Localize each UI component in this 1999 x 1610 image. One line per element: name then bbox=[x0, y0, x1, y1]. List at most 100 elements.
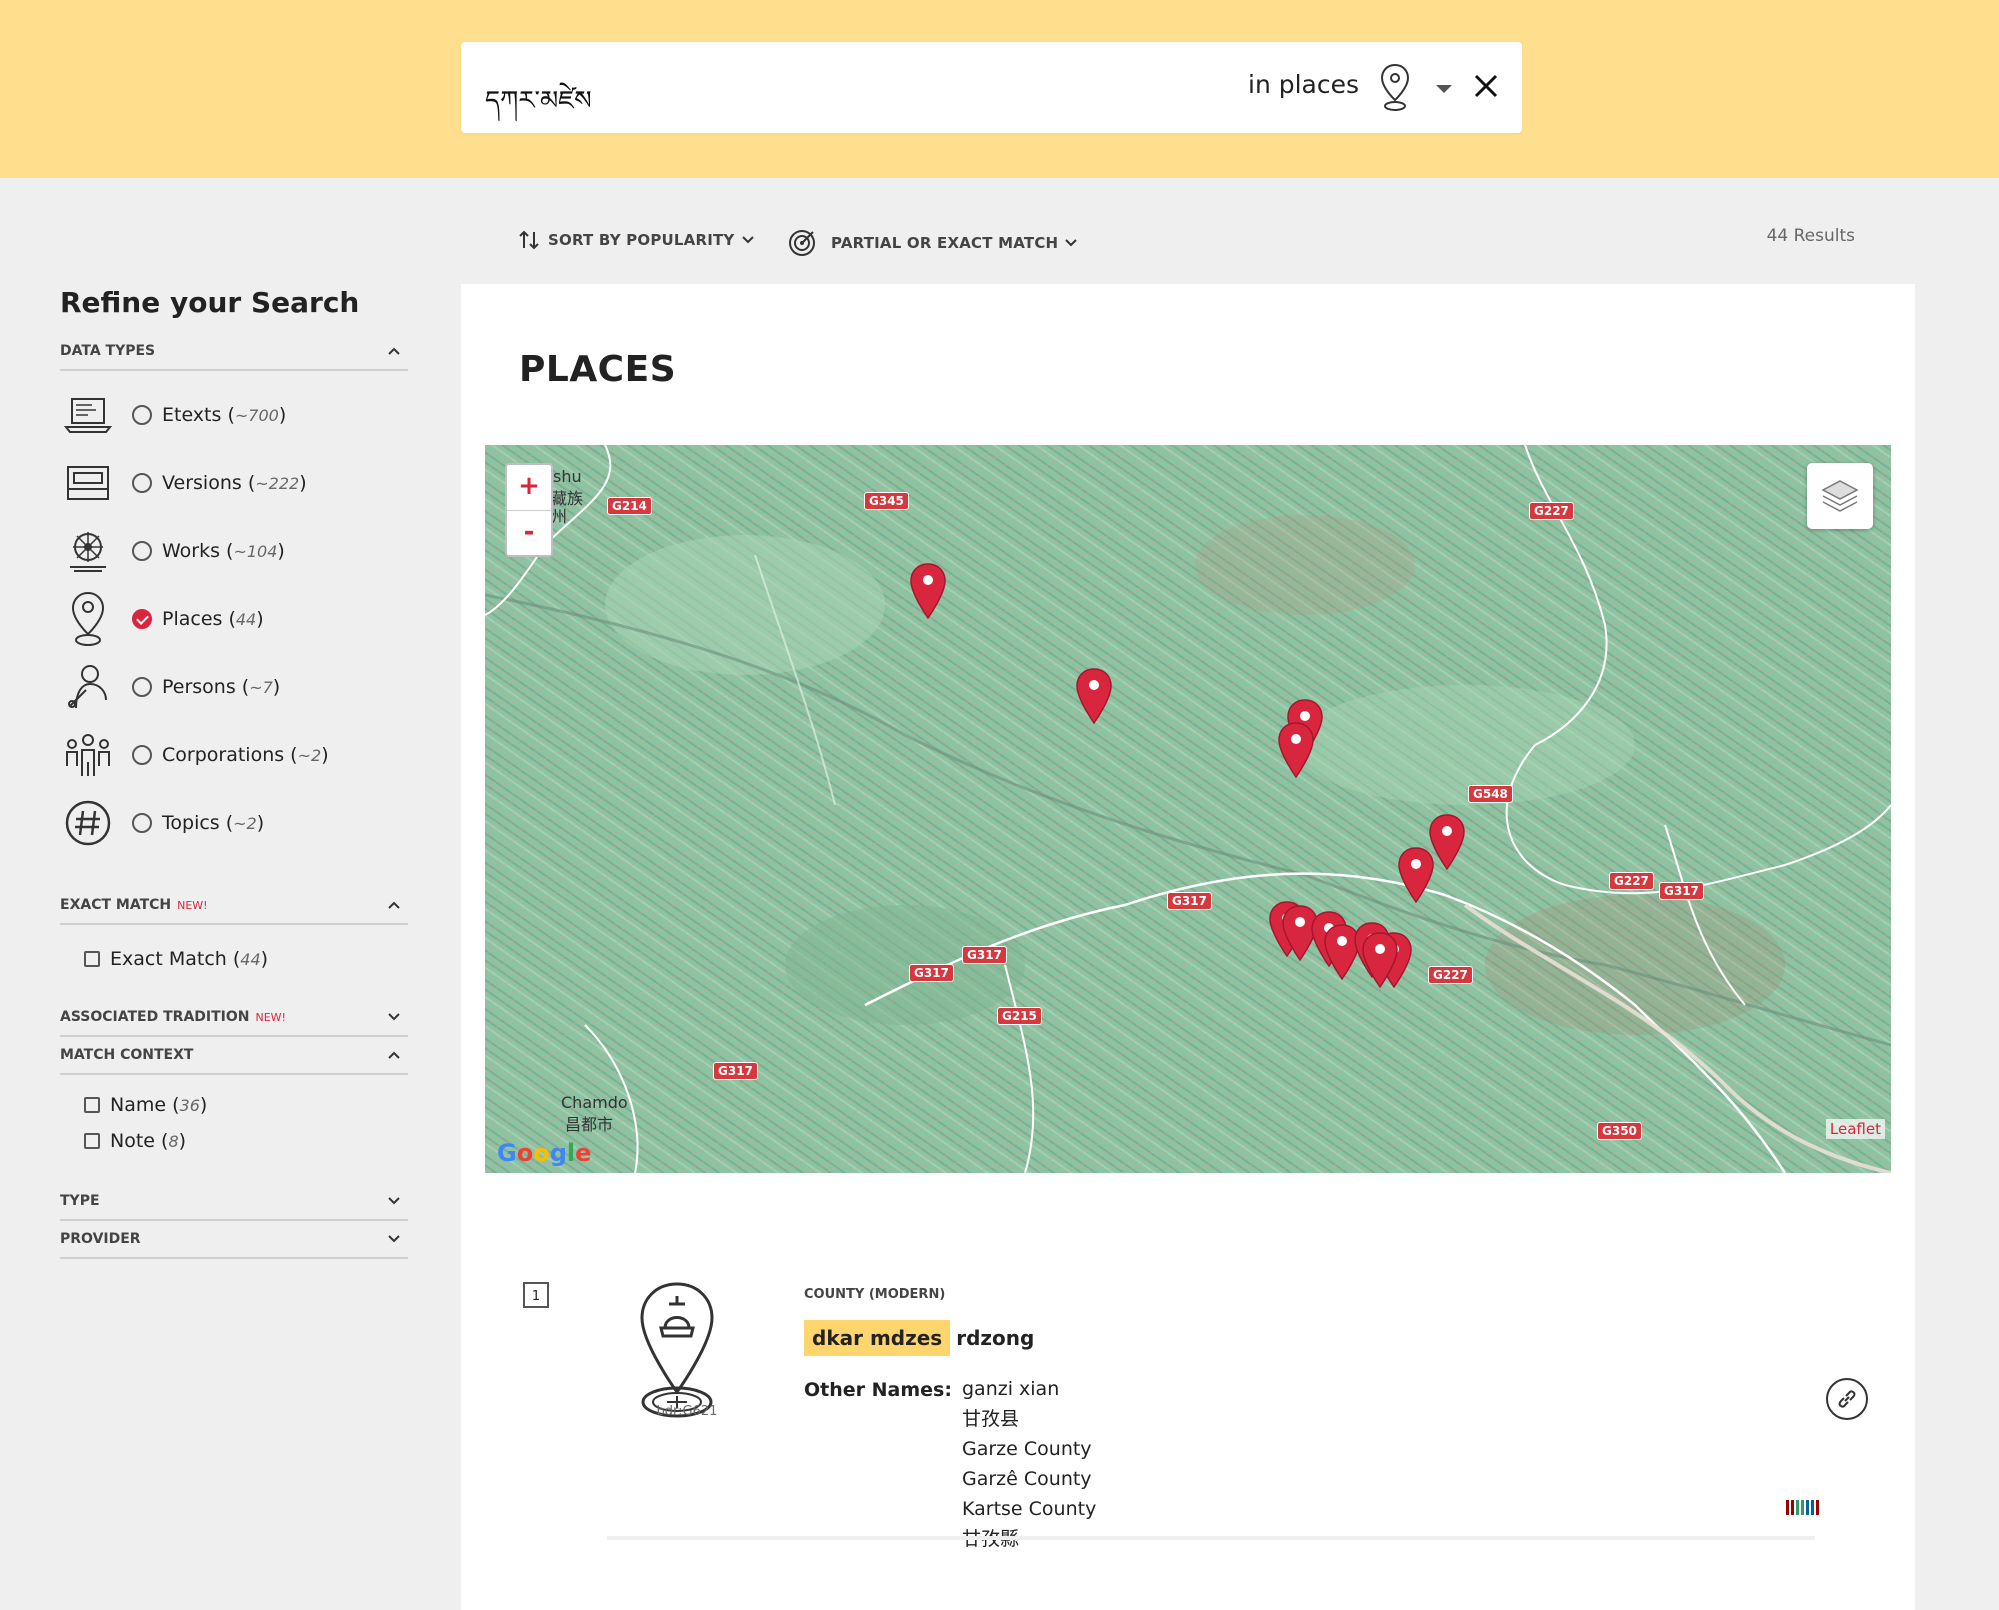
highway-label: G227 bbox=[1428, 966, 1473, 984]
other-names: Other Names: ganzi xian 甘孜县 Garze County… bbox=[804, 1378, 1097, 1554]
radio-places[interactable] bbox=[132, 609, 152, 629]
note-checkbox[interactable] bbox=[84, 1133, 100, 1149]
map-terrain bbox=[485, 445, 1891, 1173]
layers-button[interactable] bbox=[1807, 463, 1873, 529]
data-type-label: Topics (~2) bbox=[162, 812, 265, 834]
result-title-rest: rdzong bbox=[956, 1326, 1035, 1350]
data-type-label: Works (~104) bbox=[162, 540, 285, 562]
chevron-down-icon bbox=[388, 1235, 400, 1243]
clear-search-icon[interactable] bbox=[1471, 71, 1501, 101]
highway-label: G548 bbox=[1468, 785, 1513, 803]
other-name: Kartse County bbox=[962, 1498, 1097, 1520]
data-types-header[interactable]: DATA TYPES bbox=[60, 343, 408, 371]
refine-sidebar: Refine your Search DATA TYPES Etexts (~7… bbox=[60, 280, 408, 1259]
data-type-versions[interactable]: Versions (~222) bbox=[60, 449, 408, 517]
search-scope-label[interactable]: in places bbox=[1248, 70, 1359, 99]
highway-label: G317 bbox=[962, 946, 1007, 964]
type-header[interactable]: TYPE bbox=[60, 1193, 408, 1221]
result-number: 1 bbox=[523, 1282, 549, 1308]
data-type-etexts[interactable]: Etexts (~700) bbox=[60, 381, 408, 449]
exact-match-heading: EXACT MATCH bbox=[60, 897, 172, 913]
radio-versions[interactable] bbox=[132, 473, 152, 493]
provider-header[interactable]: PROVIDER bbox=[60, 1231, 408, 1259]
google-logo: Google bbox=[497, 1139, 592, 1167]
search-input[interactable]: དཀར་མཛེས bbox=[485, 72, 592, 145]
places-map[interactable]: G214 G345 G227 G548 G227 G317 G317 G317 … bbox=[485, 445, 1891, 1173]
match-context-note[interactable]: Note (8) bbox=[84, 1123, 408, 1159]
new-badge: NEW! bbox=[177, 899, 208, 912]
chevron-up-icon bbox=[388, 1051, 400, 1059]
result-type: COUNTY (MODERN) bbox=[804, 1287, 946, 1302]
highway-label: G350 bbox=[1597, 1122, 1642, 1140]
highway-label: G215 bbox=[997, 1007, 1042, 1025]
map-place-label: 州 bbox=[551, 507, 568, 526]
highway-label: G227 bbox=[1529, 502, 1574, 520]
data-type-persons[interactable]: Persons (~7) bbox=[60, 653, 408, 721]
map-place-label: Chamdo bbox=[561, 1093, 628, 1112]
type-heading: TYPE bbox=[60, 1193, 100, 1209]
map-marker-icon[interactable] bbox=[909, 562, 947, 620]
map-marker-icon[interactable] bbox=[1361, 931, 1399, 989]
search-header: དཀར་མཛེས in places bbox=[0, 0, 1999, 178]
data-types-list: Etexts (~700) Versions (~222) Works (~10… bbox=[60, 381, 408, 857]
permalink-button[interactable] bbox=[1826, 1378, 1868, 1420]
data-type-works[interactable]: Works (~104) bbox=[60, 517, 408, 585]
wikidata-icon[interactable] bbox=[1786, 1500, 1819, 1515]
versions-box-icon bbox=[60, 455, 116, 511]
highway-label: G317 bbox=[1167, 892, 1212, 910]
associated-tradition-heading: ASSOCIATED TRADITION bbox=[60, 1009, 250, 1025]
results-count: 44 Results bbox=[1766, 226, 1855, 246]
other-name: Garzê County bbox=[962, 1468, 1092, 1490]
results-panel: PLACES G214 G345 G227 G548 G227 G317 G31… bbox=[461, 284, 1915, 1610]
layers-icon bbox=[1821, 480, 1859, 512]
chevron-down-icon bbox=[388, 1197, 400, 1205]
radio-works[interactable] bbox=[132, 541, 152, 561]
match-label: PARTIAL OR EXACT MATCH bbox=[831, 234, 1059, 252]
highway-label: G214 bbox=[607, 497, 652, 515]
sort-dropdown[interactable]: SORT BY POPULARITY bbox=[518, 228, 755, 252]
exact-match-checkbox[interactable] bbox=[84, 951, 100, 967]
result-divider bbox=[607, 1536, 1815, 1540]
chevron-down-icon bbox=[741, 236, 754, 244]
data-type-label: Persons (~7) bbox=[162, 676, 281, 698]
map-place-label: shu bbox=[553, 467, 582, 486]
name-checkbox[interactable] bbox=[84, 1097, 100, 1113]
chevron-up-icon bbox=[388, 901, 400, 909]
place-stupa-icon bbox=[640, 1282, 714, 1418]
leaflet-attribution-link[interactable]: Leaflet bbox=[1825, 1119, 1885, 1139]
map-marker-icon[interactable] bbox=[1397, 846, 1435, 904]
target-icon bbox=[789, 230, 815, 256]
corporations-people-icon bbox=[60, 727, 116, 783]
data-type-places[interactable]: Places (44) bbox=[60, 585, 408, 653]
result-title-link[interactable]: dkar mdzes rdzong bbox=[804, 1320, 1034, 1356]
radio-corporations[interactable] bbox=[132, 745, 152, 765]
provider-heading: PROVIDER bbox=[60, 1231, 141, 1247]
zoom-out-button[interactable]: - bbox=[507, 511, 551, 556]
associated-tradition-header[interactable]: ASSOCIATED TRADITION NEW! bbox=[60, 1009, 408, 1037]
chevron-down-icon bbox=[1065, 239, 1077, 247]
place-pin-icon[interactable] bbox=[1378, 62, 1412, 114]
match-context-header[interactable]: MATCH CONTEXT bbox=[60, 1047, 408, 1075]
chevron-down-icon bbox=[388, 1013, 400, 1021]
highway-label: G317 bbox=[713, 1062, 758, 1080]
scope-dropdown-caret-icon[interactable] bbox=[1436, 85, 1452, 93]
map-marker-icon[interactable] bbox=[1277, 721, 1315, 779]
places-pin-icon bbox=[60, 591, 116, 647]
data-type-topics[interactable]: Topics (~2) bbox=[60, 789, 408, 857]
radio-etexts[interactable] bbox=[132, 405, 152, 425]
data-type-corporations[interactable]: Corporations (~2) bbox=[60, 721, 408, 789]
radio-topics[interactable] bbox=[132, 813, 152, 833]
match-context-heading: MATCH CONTEXT bbox=[60, 1047, 194, 1063]
persons-monk-icon bbox=[60, 659, 116, 715]
map-marker-icon[interactable] bbox=[1075, 667, 1113, 725]
exact-match-header[interactable]: EXACT MATCH NEW! bbox=[60, 897, 408, 925]
search-box[interactable]: དཀར་མཛེས in places bbox=[461, 42, 1522, 133]
match-context-name[interactable]: Name (36) bbox=[84, 1087, 408, 1123]
zoom-in-button[interactable]: + bbox=[507, 465, 551, 511]
data-type-label: Etexts (~700) bbox=[162, 404, 287, 426]
data-type-label: Places (44) bbox=[162, 608, 264, 630]
radio-persons[interactable] bbox=[132, 677, 152, 697]
match-dropdown[interactable]: PARTIAL OR EXACT MATCH bbox=[787, 228, 1078, 258]
other-name: 甘孜县 bbox=[962, 1408, 1020, 1430]
exact-match-option[interactable]: Exact Match (44) bbox=[84, 941, 408, 977]
